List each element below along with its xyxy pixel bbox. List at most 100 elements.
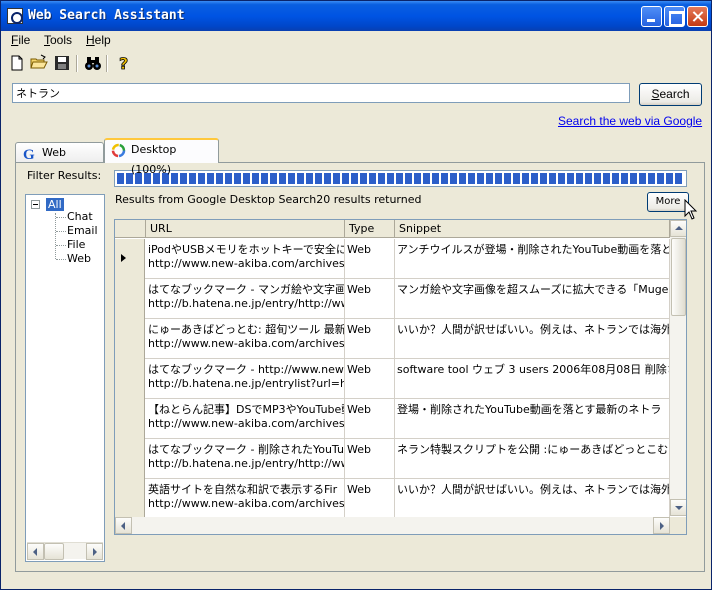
progress-fill [117,173,684,184]
tree-node-all[interactable]: All [46,198,64,211]
help-icon[interactable]: ? [114,53,134,74]
cell-url[interactable]: 【ねとらん記事】DSでMP3やYouTube動 http://www.new-ak… [146,399,345,439]
row-header[interactable] [115,239,145,279]
tree-node-file[interactable]: File [67,238,85,251]
tree-node-chat[interactable]: Chat [67,210,93,223]
scroll-left-button[interactable] [27,543,44,560]
table-row[interactable]: 英語サイトを自然な和訳で表示するFir http://www.new-akiba.… [115,479,670,519]
column-header-type[interactable]: Type [345,220,395,238]
menu-tools[interactable]: Tools [44,33,72,47]
maximize-button[interactable] [664,6,685,27]
tree-collapse-icon[interactable] [31,200,40,209]
tree-horizontal-scrollbar[interactable] [27,542,103,560]
scroll-thumb[interactable] [671,238,686,316]
cell-snippet[interactable]: いいか？人間が訳せばいい。例えは、ネトランでは海外 [395,319,670,359]
cell-type[interactable]: Web [345,359,395,399]
result-title: はてなブックマーク - マンガ絵や文字画 [148,283,345,296]
title-bar[interactable]: Web Search Assistant [1,1,711,31]
cell-snippet[interactable]: いいか？人間が訳せばいい。例えは、ネトランでは海外製 [395,479,670,519]
current-row-indicator-icon [121,254,126,262]
result-url: http://www.new-akiba.com/archives/20 [148,417,345,430]
cell-type[interactable]: Web [345,319,395,359]
tree-node-email[interactable]: Email [67,224,98,237]
result-url: http://www.new-akiba.com/archives/20 [148,497,345,510]
table-row[interactable]: はてなブックマーク - マンガ絵や文字画 http://b.hatena.ne.j… [115,279,670,319]
cell-url[interactable]: はてなブックマーク - 削除されたYouTube http://b.hatena.… [146,439,345,479]
toolbar-separator [106,55,108,72]
search-button[interactable]: Search [639,83,702,106]
cell-snippet[interactable]: ネラン特製スクリプトを公開 :にゅーあきばどっとこむ 削除 [395,439,670,479]
svg-text:G: G [23,147,35,161]
menu-help[interactable]: Help [86,33,111,47]
row-header[interactable] [115,359,145,399]
result-title: 英語サイトを自然な和訳で表示するFir [148,483,338,496]
tree-connector [56,245,66,246]
table-row[interactable]: にゅーあきばどっとむ: 超旬ツール 最新20 http://www.new-aki… [115,319,670,359]
open-folder-icon[interactable] [29,53,49,73]
menu-file[interactable]: File [11,33,30,47]
row-header[interactable] [115,439,145,479]
row-header[interactable] [115,399,145,439]
tab-web[interactable]: G Web (100%) [15,142,104,179]
cell-snippet[interactable]: software tool ウェブ 3 users 2006年08月08日 削除… [395,359,670,399]
row-header[interactable] [115,479,145,519]
tab-desktop[interactable]: Desktop (100%) [104,138,219,176]
cell-snippet[interactable]: 登場・削除されたYouTube動画を落とす最新のネトラ [395,399,670,439]
column-header-url[interactable]: URL [146,220,345,238]
results-vertical-scrollbar[interactable] [670,220,686,516]
new-document-icon[interactable] [7,53,27,73]
binoculars-icon[interactable] [83,53,103,73]
toolbar-separator [76,55,78,72]
scroll-left-button[interactable] [115,517,132,534]
tree-node-web[interactable]: Web [67,252,91,265]
results-grid[interactable]: URL Type Snippet iPodやUSBメモリをホットキーで安全に取 h… [114,219,687,535]
cell-type[interactable]: Web [345,279,395,319]
scroll-right-button[interactable] [86,543,103,560]
google-g-icon: G [22,146,37,163]
result-url: http://www.new-akiba.com/archives/to [148,337,345,350]
filter-tree[interactable]: All Chat Email File Web [25,194,105,562]
scroll-up-button[interactable] [670,220,686,237]
search-input[interactable] [12,83,630,103]
scrollbar-corner [670,517,686,534]
result-title: にゅーあきばどっとむ: 超旬ツール 最新20 [148,323,345,336]
result-title: iPodやUSBメモリをホットキーで安全に取 [148,243,345,256]
column-header-snippet[interactable]: Snippet [395,220,670,238]
cell-url[interactable]: 英語サイトを自然な和訳で表示するFir http://www.new-akiba.… [146,479,345,519]
result-title: 【ねとらん記事】DSでMP3やYouTube動 [148,403,345,416]
cell-type[interactable]: Web [345,439,395,479]
cell-url[interactable]: にゅーあきばどっとむ: 超旬ツール 最新20 http://www.new-aki… [146,319,345,359]
minimize-button[interactable] [641,6,662,27]
table-row[interactable]: iPodやUSBメモリをホットキーで安全に取 http://www.new-aki… [115,239,670,279]
close-button[interactable] [687,6,708,27]
cell-snippet[interactable]: マンガ絵や文字画像を超スムーズに拡大できる「Mugen [395,279,670,319]
tree-connector [56,217,66,218]
tree-connector [55,213,56,259]
result-url: http://b.hatena.ne.jp/entrylist?url=http [148,377,345,390]
cell-type[interactable]: Web [345,239,395,279]
cell-url[interactable]: はてなブックマーク - http://www.new-aki http://b.h… [146,359,345,399]
tree-connector [56,259,66,260]
results-horizontal-scrollbar[interactable] [115,517,670,534]
save-disk-icon[interactable] [52,53,72,73]
search-web-google-link[interactable]: Search the web via Google [558,114,702,128]
more-button[interactable]: More [647,192,689,212]
cell-type[interactable]: Web [345,399,395,439]
row-header[interactable] [115,279,145,319]
scroll-thumb[interactable] [44,543,64,560]
row-header[interactable] [115,319,145,359]
cell-snippet[interactable]: アンチウイルスが登場・削除されたYouTube動画を落と [395,239,670,279]
results-summary: Results from Google Desktop Search20 res… [115,193,422,206]
cell-type[interactable]: Web [345,479,395,519]
scroll-right-button[interactable] [653,517,670,534]
mouse-cursor-icon [684,199,698,220]
table-row[interactable]: 【ねとらん記事】DSでMP3やYouTube動 http://www.new-ak… [115,399,670,439]
table-row[interactable]: はてなブックマーク - 削除されたYouTube http://b.hatena.… [115,439,670,479]
tree-connector [56,231,66,232]
search-progress-bar [114,170,687,187]
table-row[interactable]: はてなブックマーク - http://www.new-aki http://b.h… [115,359,670,399]
cell-url[interactable]: はてなブックマーク - マンガ絵や文字画 http://b.hatena.ne.j… [146,279,345,319]
scroll-down-button[interactable] [670,499,686,516]
svg-text:?: ? [119,54,128,73]
cell-url[interactable]: iPodやUSBメモリをホットキーで安全に取 http://www.new-aki… [146,239,345,279]
